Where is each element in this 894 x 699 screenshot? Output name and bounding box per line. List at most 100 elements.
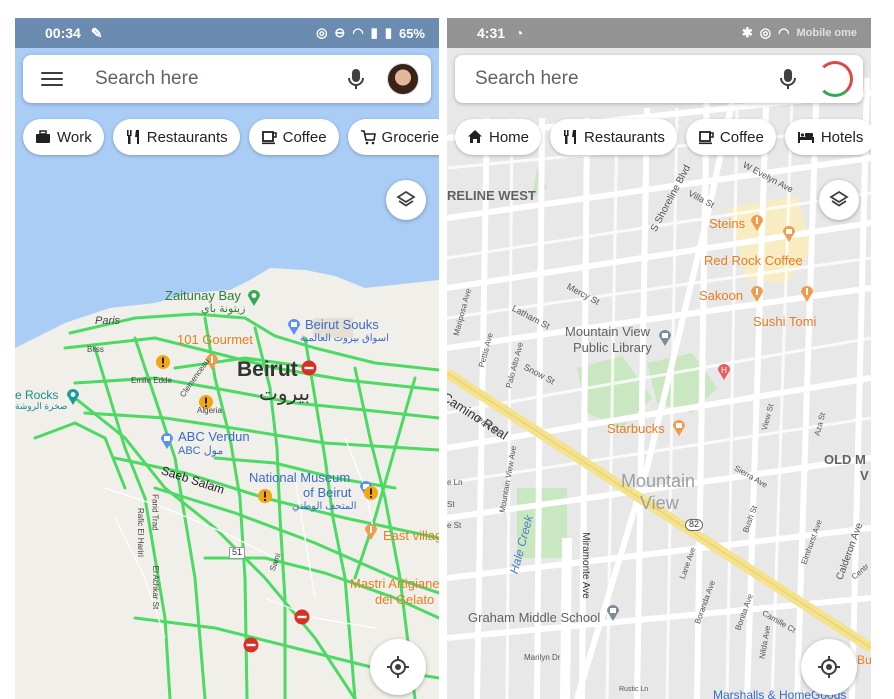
category-chips: Work Restaurants Coffee Groceries: [23, 119, 439, 155]
warning-marker-icon[interactable]: [155, 354, 171, 370]
svg-text:H: H: [721, 366, 727, 375]
shoreline-west-label: RELINE WEST: [447, 188, 536, 203]
menu-icon[interactable]: [41, 72, 63, 86]
sakoon-label[interactable]: Sakoon: [699, 288, 743, 303]
chip-label: Coffee: [282, 128, 327, 146]
food-marker-icon[interactable]: [749, 214, 765, 232]
gourmet-label[interactable]: 101 Gourmet: [177, 332, 253, 347]
abc-verdun-label[interactable]: ABC Verdun: [178, 429, 250, 444]
emile-edde-label: Emile Edde: [131, 376, 172, 385]
chip-coffee[interactable]: Coffee: [248, 119, 339, 155]
food-marker-icon[interactable]: [749, 285, 765, 303]
coffee-marker-icon[interactable]: [671, 419, 687, 437]
warning-marker-icon[interactable]: [363, 485, 379, 501]
school-marker-icon[interactable]: [605, 604, 621, 622]
battery-icon: ▮: [384, 25, 392, 40]
chip-restaurants[interactable]: Restaurants: [112, 119, 240, 155]
restaurant-icon: [126, 130, 139, 144]
food-marker-icon[interactable]: [363, 523, 379, 541]
mastri-label[interactable]: Mastri Artigiane: [350, 576, 439, 591]
beirut-city-label[interactable]: Beirut: [237, 358, 298, 381]
mountain-view-city-label[interactable]: Mountain: [621, 471, 695, 492]
route-82-badge: 82: [685, 519, 704, 531]
graham-school-label[interactable]: Graham Middle School: [468, 610, 600, 625]
left-phone-screen: Zaitunay Bay زيتونة باي Beirut Souks اسو…: [15, 18, 439, 699]
briefcase-icon: [36, 130, 50, 143]
beirut-souks-ar-label: اسواق بيروت العالمية: [300, 333, 389, 344]
status-bar: 4:31 ◔ ✱ ◎ ◠ Mobile ome: [447, 18, 871, 48]
chip-label: Restaurants: [584, 128, 665, 146]
park-marker-icon[interactable]: [246, 289, 262, 307]
signal-icon: ▮: [370, 25, 378, 40]
east-village-label[interactable]: East villag: [383, 528, 439, 543]
steins-label[interactable]: Steins: [709, 216, 745, 231]
old-mountain-view-line2: V: [860, 468, 869, 483]
layers-button[interactable]: [819, 180, 859, 220]
road-closed-icon[interactable]: [294, 609, 310, 625]
rustic-ln-label: Rustic Ln: [619, 686, 649, 693]
beirut-souks-label[interactable]: Beirut Souks: [305, 317, 379, 332]
chip-home[interactable]: Home: [455, 119, 542, 155]
route-51-badge: 51: [229, 547, 246, 559]
attraction-marker-icon[interactable]: [65, 388, 81, 406]
bluetooth-icon: ✱: [741, 25, 753, 40]
crosshair-icon: [387, 656, 409, 678]
search-input[interactable]: Search here: [95, 68, 199, 90]
sync-icon: ◔: [515, 25, 524, 41]
chip-label: Work: [57, 128, 92, 146]
library-label[interactable]: Mountain View: [565, 324, 650, 339]
avatar[interactable]: [817, 61, 853, 97]
hotel-icon: [797, 132, 814, 143]
food-marker-icon[interactable]: [799, 285, 815, 303]
zaitunay-bay-label[interactable]: Zaitunay Bay: [165, 288, 241, 303]
road-closed-icon[interactable]: [243, 637, 259, 653]
algeria-street-label: Algeria: [197, 406, 222, 415]
restaurant-icon: [564, 130, 577, 144]
search-input[interactable]: Search here: [475, 68, 579, 90]
shopping-marker-icon[interactable]: [159, 432, 175, 450]
bu-label: Bu: [857, 653, 871, 667]
chip-label: Home: [489, 128, 530, 146]
my-location-button[interactable]: [801, 639, 857, 695]
right-phone-screen: RELINE WEST S Shoreline Blvd Villa St W …: [447, 18, 871, 699]
rafic-hariri-label: Rafic El Hariri: [135, 507, 145, 557]
notification-icon: ✎: [90, 24, 103, 41]
road-closed-icon[interactable]: [301, 360, 317, 376]
status-icons: ◎ ⊖ ◠ ▮ ▮ 65%: [316, 25, 425, 41]
e-ln-label: e Ln: [447, 478, 463, 487]
search-bar[interactable]: Search here: [455, 55, 863, 103]
avatar[interactable]: [387, 63, 419, 95]
hospital-marker-icon[interactable]: H: [716, 363, 732, 381]
status-time: 4:31: [477, 25, 506, 41]
location-icon: ◎: [316, 25, 328, 40]
bliss-street-label: Bliss: [87, 345, 104, 354]
st-label: St: [447, 500, 455, 509]
beirut-ar-label: بيروت: [259, 383, 311, 405]
wifi-icon: ◠: [778, 25, 790, 40]
farid-trad-label: Farid Trad: [150, 494, 160, 531]
national-museum-ar-label: المتحف الوطني: [292, 501, 357, 512]
library-label-line2: Public Library: [573, 340, 652, 355]
layers-icon: [396, 190, 416, 207]
chip-restaurants[interactable]: Restaurants: [550, 119, 677, 155]
coffee-marker-icon[interactable]: [781, 225, 797, 243]
mic-icon[interactable]: [347, 68, 365, 90]
mic-icon[interactable]: [779, 68, 797, 90]
layers-icon: [829, 190, 849, 207]
old-mountain-view-label: OLD M: [824, 452, 866, 467]
chip-hotels[interactable]: Hotels: [784, 119, 871, 155]
chip-work[interactable]: Work: [23, 119, 104, 155]
red-rock-coffee-label[interactable]: Red Rock Coffee: [704, 253, 803, 268]
national-museum-label[interactable]: National Museum: [249, 470, 350, 485]
starbucks-label[interactable]: Starbucks: [607, 421, 665, 436]
library-marker-icon[interactable]: [657, 329, 673, 347]
search-bar[interactable]: Search here: [23, 55, 431, 103]
my-location-button[interactable]: [370, 639, 426, 695]
warning-marker-icon[interactable]: [257, 488, 273, 504]
chip-coffee[interactable]: Coffee: [685, 119, 776, 155]
status-extra: Mobile ome: [796, 27, 857, 39]
status-icons: ✱ ◎ ◠ Mobile ome: [742, 25, 857, 41]
chip-groceries[interactable]: Groceries: [347, 119, 439, 155]
sushi-tomi-label[interactable]: Sushi Tomi: [753, 314, 816, 329]
layers-button[interactable]: [386, 180, 426, 220]
